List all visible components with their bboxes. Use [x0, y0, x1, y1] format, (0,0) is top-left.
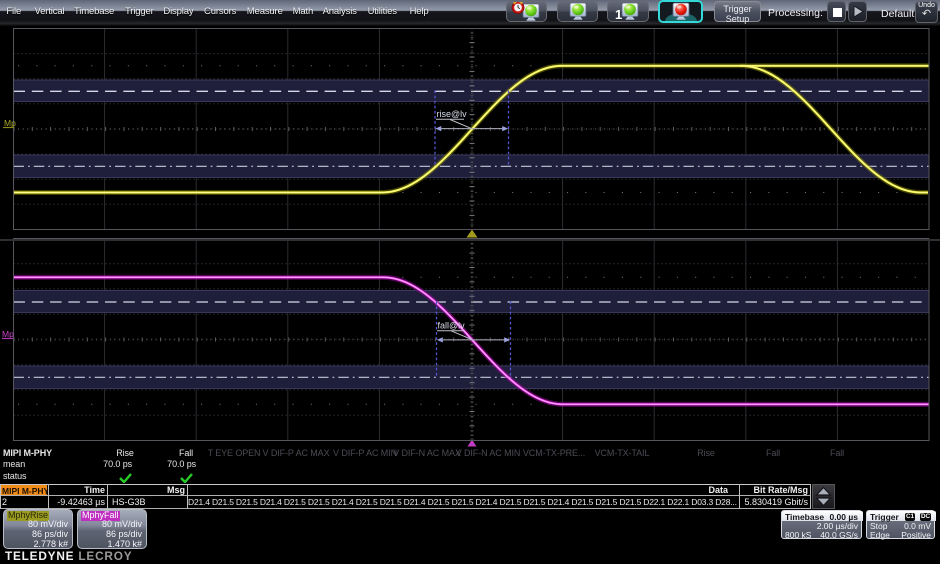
svg-text:Mp: Mp: [4, 118, 16, 128]
svg-text:rise@lv: rise@lv: [437, 109, 468, 119]
svg-text:Mp: Mp: [2, 329, 14, 339]
svg-text:fall@lv: fall@lv: [438, 321, 466, 331]
svg-text:1: 1: [615, 7, 622, 22]
